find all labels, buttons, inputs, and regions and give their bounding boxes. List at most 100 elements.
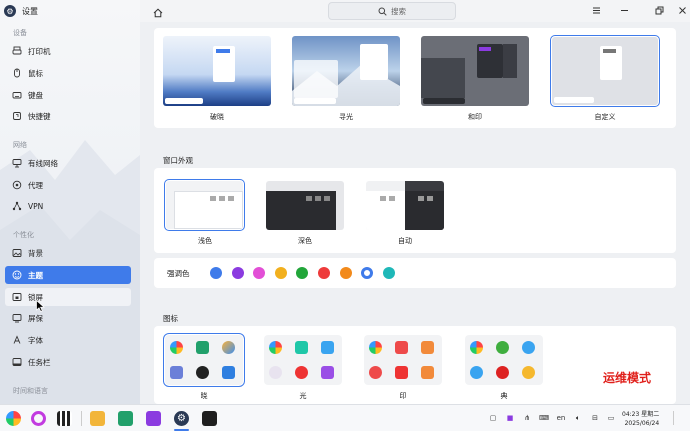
sidebar-item-printer[interactable]: 打印机 [5,42,131,60]
accent-color-swatch[interactable] [210,267,222,279]
accent-color-swatch[interactable] [340,267,352,279]
toolbox-icon [170,366,183,379]
home-button[interactable] [152,4,164,16]
sidebar-item-label: VPN [28,202,43,211]
accent-color-swatch[interactable] [275,267,287,279]
theme-thumb-custom[interactable] [552,37,658,105]
mail-icon [196,341,209,354]
network-icon [12,158,22,168]
menu-icon [592,6,601,15]
accent-color-row: 强调色 [154,258,676,288]
theme-label-custom: 自定义 [565,112,645,122]
shortcut-icon [12,111,22,121]
appearance-dark[interactable] [266,181,344,230]
icon-theme-yin[interactable] [364,335,442,385]
sidebar-item-screensaver[interactable]: 屏保 [5,309,131,327]
file-manager-icon[interactable] [90,411,105,426]
search-box[interactable]: 搜索 [328,2,456,20]
sidebar-item-shortcut[interactable]: 快捷键 [5,107,131,125]
sidebar-item-lockscreen[interactable]: 锁屏 [5,288,131,306]
accent-color-swatch[interactable] [383,267,395,279]
group-label-time-language: 时间和语言 [13,386,48,396]
menu-button[interactable] [591,5,602,16]
power-tray-icon[interactable]: ▭ [606,413,616,423]
accent-color-swatch[interactable] [232,267,244,279]
sidebar-item-label: 有线网络 [28,158,58,169]
software-store-icon[interactable] [146,411,161,426]
wired-network-tray-icon[interactable]: ⊟ [590,413,600,423]
accent-color-swatch[interactable] [296,267,308,279]
video-icon [321,366,334,379]
sidebar-item-theme[interactable]: 主题 [5,266,131,284]
accent-color-label: 强调色 [167,268,190,279]
minimize-icon [620,6,629,15]
theme-thumb-heyin[interactable] [421,36,529,106]
language-indicator[interactable]: en [555,413,567,423]
app-header: ⚙ 设置 [4,4,38,18]
sidebar-item-label: 代理 [28,180,43,191]
group-label-network: 网络 [13,140,27,150]
music-icon [395,366,408,379]
network-tray-icon[interactable]: ⋔ [522,413,532,423]
keyboard-tray-icon[interactable]: ⌨ [539,413,549,423]
minimize-button[interactable] [619,5,630,16]
theme-thumb-xunguang[interactable] [292,36,400,106]
show-desktop-button[interactable] [673,411,685,425]
sidebar-item-keyboard[interactable]: 键盘 [5,86,131,104]
settings-app-icon[interactable]: ⚙ [174,411,189,426]
theme-icon [12,270,22,280]
theme-label-poxiao: 破晓 [177,112,257,122]
icon-label-xiao: 晓 [164,391,244,401]
taskbar-icon [12,357,22,367]
sidebar: ⚙ 设置 设备 打印机 鼠标 键盘 快捷键 网络 有线网络 代理 VPN 个性化… [0,0,140,404]
store-tray-icon[interactable]: ■ [505,413,515,423]
notification-tray-icon[interactable]: ▢ [488,413,498,423]
sidebar-item-background[interactable]: 背景 [5,244,131,262]
appearance-light[interactable] [166,181,243,229]
accent-color-swatch[interactable] [361,267,373,279]
launcher-icon[interactable] [6,411,21,426]
search-placeholder: 搜索 [391,6,406,17]
icon-label-yin: 印 [363,391,443,401]
sidebar-item-label: 快捷键 [28,111,51,122]
sidebar-item-mouse[interactable]: 鼠标 [5,64,131,82]
font-icon [12,335,22,345]
maintenance-mode-watermark: 运维模式 [603,369,651,386]
appearance-label-dark: 深色 [265,236,345,246]
multitask-view-icon[interactable] [57,411,72,426]
home-icon [152,7,164,19]
clock[interactable]: 04:23 星期二 2025/06/24 [622,410,659,428]
icon-theme-guang[interactable] [264,335,342,385]
gallery-icon [222,366,235,379]
search-icon [378,7,387,16]
appearance-auto[interactable] [366,181,444,230]
theme-thumb-poxiao[interactable] [163,36,271,106]
clock-time: 04:23 星期二 [622,410,659,419]
settings-gear-icon: ⚙ [4,5,16,17]
gallery-icon [421,366,434,379]
sidebar-item-proxy[interactable]: 代理 [5,176,131,194]
icon-theme-dian[interactable] [465,335,543,385]
sidebar-item-wired-network[interactable]: 有线网络 [5,154,131,172]
sidebar-item-font[interactable]: 字体 [5,331,131,349]
group-label-devices: 设备 [13,28,27,38]
icon-theme-xiao[interactable] [165,335,243,385]
mail-app-icon[interactable] [118,411,133,426]
search-app-icon[interactable] [31,411,46,426]
terminal-icon[interactable] [202,411,217,426]
icons-title: 图标 [163,313,178,324]
sidebar-item-taskbar[interactable]: 任务栏 [5,353,131,371]
close-button[interactable] [677,5,688,16]
folder-icon [421,341,434,354]
toolbox-icon [470,366,483,379]
accent-color-swatch[interactable] [253,267,265,279]
launcher-icon [269,341,282,354]
sidebar-item-vpn[interactable]: VPN [5,197,131,215]
restore-button[interactable] [654,5,665,16]
sidebar-item-label: 字体 [28,335,43,346]
launcher-icon [369,341,382,354]
weather-icon [522,341,535,354]
app-title: 设置 [22,6,38,17]
accent-color-swatch[interactable] [318,267,330,279]
volume-tray-icon[interactable]: 🔈︎ [573,413,583,423]
